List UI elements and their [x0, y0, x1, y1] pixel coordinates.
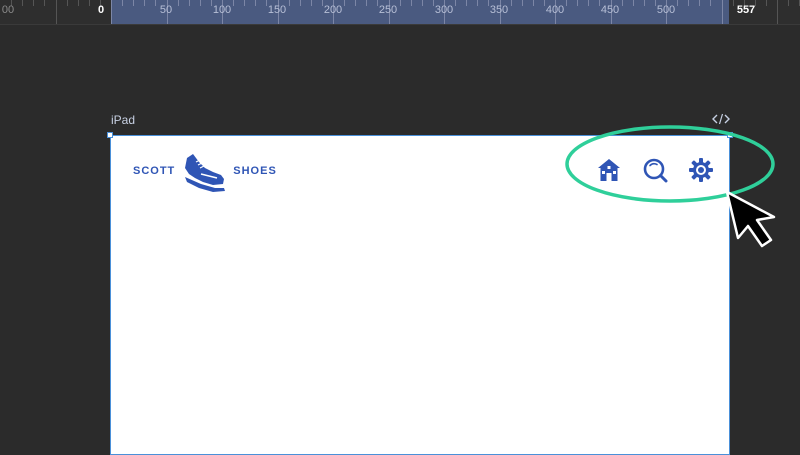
ruler-minor-tick [122, 0, 124, 6]
ruler-selection-range [111, 0, 729, 24]
home-icon[interactable] [596, 157, 622, 183]
ruler-minor-tick [510, 0, 512, 6]
ruler-minor-tick [255, 0, 257, 6]
ruler-label: 50 [159, 4, 173, 16]
resize-handle-top-left[interactable] [107, 132, 113, 138]
ipad-artboard[interactable]: SCOTT SHOES [110, 135, 730, 455]
ruler-minor-tick [410, 0, 412, 6]
ruler-minor-tick [765, 0, 767, 6]
mouse-cursor-icon [725, 190, 776, 248]
ruler-label: 300 [434, 4, 454, 16]
ruler-minor-tick [466, 0, 468, 6]
horizontal-ruler: 00 0 50 100 150 200 250 300 350 400 450 … [0, 0, 800, 25]
ruler-minor-tick [788, 0, 790, 6]
ruler-label: 250 [378, 4, 398, 16]
ruler-minor-tick [732, 0, 734, 6]
gear-icon[interactable] [688, 157, 714, 183]
ruler-minor-tick [621, 0, 623, 6]
ruler-minor-tick [44, 0, 46, 6]
resize-handle-top-right[interactable] [727, 132, 733, 138]
ruler-major-tick [111, 0, 112, 24]
ruler-minor-tick [288, 0, 290, 6]
ruler-minor-tick [77, 0, 79, 6]
ruler-minor-tick [677, 0, 679, 6]
ruler-label-left-clipped: 00 [1, 4, 15, 16]
ruler-minor-tick [566, 0, 568, 6]
ruler-label: 150 [267, 4, 287, 16]
ruler-minor-tick [399, 0, 401, 6]
ruler-minor-tick [233, 0, 235, 6]
ruler-label: 200 [323, 4, 343, 16]
ruler-minor-tick [66, 0, 68, 6]
logo-text-left: SCOTT [133, 165, 176, 177]
ruler-minor-tick [421, 0, 423, 6]
ruler-label: 100 [212, 4, 232, 16]
ruler-minor-tick [688, 0, 690, 6]
ruler-label-zero: 0 [97, 4, 105, 16]
ruler-minor-tick [244, 0, 246, 6]
ruler-minor-tick [321, 0, 323, 6]
search-icon[interactable] [642, 157, 668, 183]
ruler-minor-tick [366, 0, 368, 6]
ruler-major-tick [721, 0, 723, 24]
ruler-minor-tick [432, 0, 434, 6]
ruler-minor-tick [310, 0, 312, 6]
ruler-major-tick [55, 0, 57, 24]
ruler-minor-tick [532, 0, 534, 6]
ruler-minor-tick [699, 0, 701, 6]
ruler-label-end: 557 [736, 4, 756, 16]
ruler-minor-tick [355, 0, 357, 6]
ruler-minor-tick [299, 0, 301, 6]
site-logo[interactable]: SCOTT SHOES [133, 148, 277, 194]
ruler-minor-tick [199, 0, 201, 6]
ruler-label: 450 [600, 4, 620, 16]
ruler-minor-tick [455, 0, 457, 6]
ruler-minor-tick [133, 0, 135, 6]
ruler-minor-tick [588, 0, 590, 6]
ruler-minor-tick [88, 0, 90, 6]
header-nav-icons [596, 154, 714, 186]
ruler-minor-tick [177, 0, 179, 6]
ruler-minor-tick [210, 0, 212, 6]
ruler-minor-tick [710, 0, 712, 6]
ruler-label: 350 [489, 4, 509, 16]
ruler-major-tick [777, 0, 778, 24]
sneaker-icon [185, 154, 226, 192]
code-brackets-icon[interactable] [712, 113, 730, 127]
device-frame-label[interactable]: iPad [111, 113, 135, 127]
ruler-minor-tick [33, 0, 35, 6]
ruler-minor-tick [188, 0, 190, 6]
ruler-minor-tick [144, 0, 146, 6]
ruler-label: 500 [656, 4, 676, 16]
ruler-minor-tick [344, 0, 346, 6]
ruler-minor-tick [654, 0, 656, 6]
ruler-minor-tick [577, 0, 579, 6]
ruler-minor-tick [643, 0, 645, 6]
ruler-minor-tick [632, 0, 634, 6]
ruler-minor-tick [477, 0, 479, 6]
ruler-minor-tick [521, 0, 523, 6]
ruler-minor-tick [543, 0, 545, 6]
ruler-minor-tick [155, 0, 157, 6]
logo-text-right: SHOES [233, 165, 277, 177]
ruler-label: 400 [545, 4, 565, 16]
ruler-minor-tick [22, 0, 24, 6]
